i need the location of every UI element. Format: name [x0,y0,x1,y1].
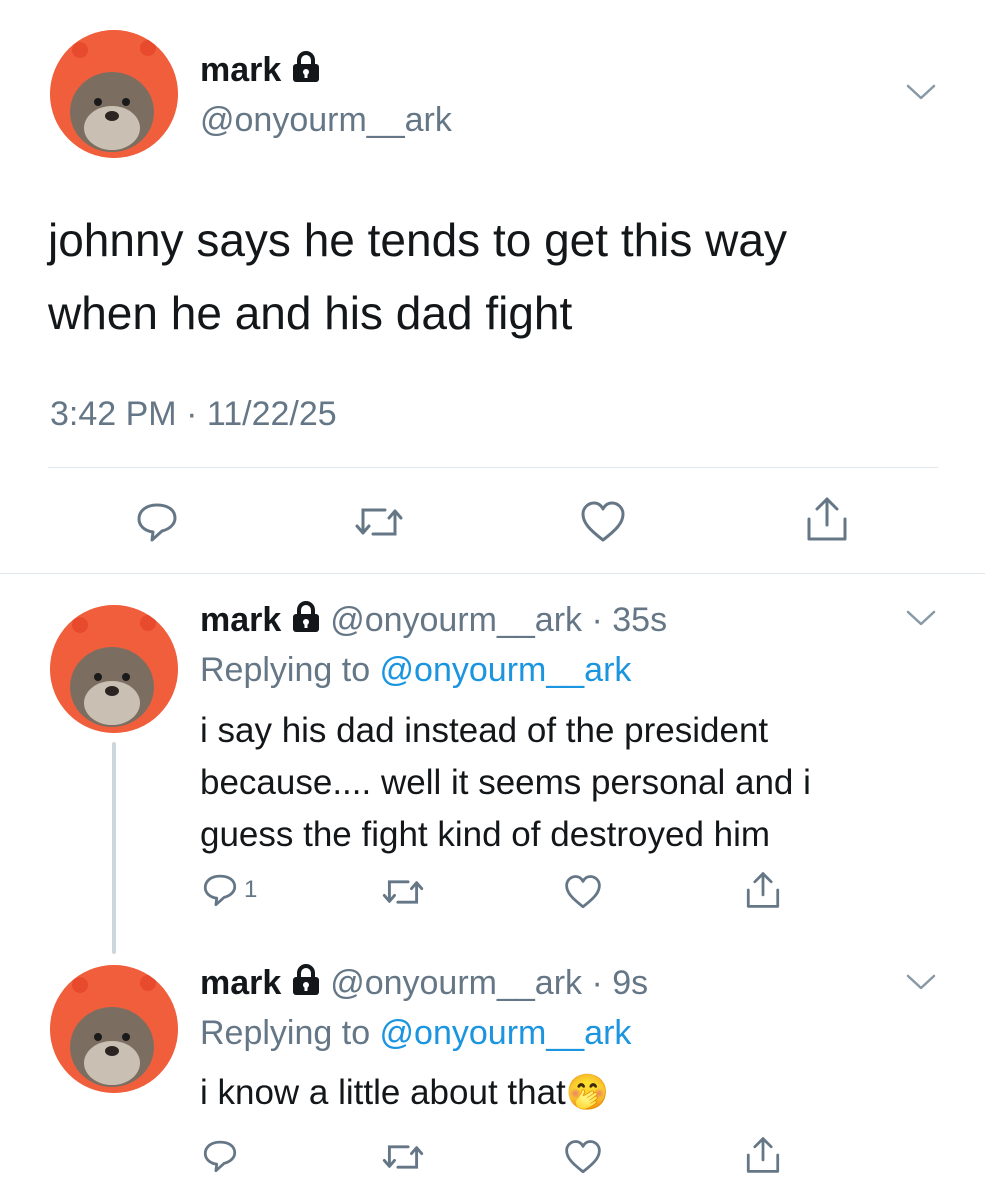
replying-to-link[interactable]: @onyourm__ark [380,651,632,689]
reply-header: mark @onyourm__ark · 9s [200,963,648,1005]
retweet-icon [355,508,403,536]
reply-button[interactable] [135,500,179,549]
chevron-down-icon[interactable] [904,606,938,635]
retweet-icon [382,1145,424,1169]
retweet-button[interactable] [355,502,403,547]
replying-to-label: Replying to [200,651,380,689]
thread-line [112,742,116,954]
share-icon [746,1137,780,1173]
share-button[interactable] [805,495,849,548]
share-icon [807,497,847,541]
reply-text: i say his dad instead of the president b… [200,705,960,861]
reply-text-line: i know a little about that [200,1073,566,1112]
retweet-icon [382,880,424,904]
display-name[interactable]: mark [200,50,321,92]
share-button[interactable] [745,870,781,915]
handle[interactable]: @onyourm__ark [200,100,452,140]
reply-header: mark @onyourm__ark · 35s [200,600,667,642]
tweet-text-line: johnny says he tends to get this way [48,214,787,266]
reply-text-line: i say his dad instead of the president [200,711,769,750]
section-divider [0,573,985,574]
avatar[interactable] [50,965,178,1093]
replying-to: Replying to @onyourm__ark [200,650,631,690]
reply-count: 1 [244,876,258,903]
reply-text-line: guess the fight kind of destroyed him [200,815,771,854]
lock-icon [291,964,321,1005]
share-icon [746,872,780,908]
avatar[interactable] [50,30,178,158]
heart-icon [565,875,601,909]
display-name[interactable]: mark [200,964,281,1002]
tweet-text-line: when he and his dad fight [48,287,573,339]
reply-icon [137,503,177,542]
retweet-button[interactable] [382,875,424,914]
like-button[interactable] [564,1139,602,1180]
chevron-down-icon[interactable] [904,80,938,109]
emoji: 🤭 [565,1073,610,1113]
reply-button[interactable] [202,1138,238,1179]
divider [48,467,938,468]
lock-icon [291,51,321,92]
avatar[interactable] [50,605,178,733]
lock-icon [291,601,321,642]
replying-to: Replying to @onyourm__ark [200,1013,631,1053]
display-name-text: mark [200,51,282,89]
reply-text-line: because.... well it seems personal and i [200,763,811,802]
share-button[interactable] [745,1135,781,1180]
replying-to-link[interactable]: @onyourm__ark [380,1014,632,1052]
reply-icon [203,874,237,907]
timestamp[interactable]: 3:42 PM · 11/22/25 [50,394,337,434]
like-button[interactable] [580,500,626,549]
reply-button[interactable]: 1 [202,872,257,908]
retweet-button[interactable] [382,1140,424,1179]
display-name[interactable]: mark [200,601,281,639]
chevron-down-icon[interactable] [904,970,938,999]
replying-to-label: Replying to [200,1014,380,1052]
reply-icon [203,1140,237,1173]
reply-text: i know a little about that🤭 [200,1068,609,1118]
tweet-text: johnny says he tends to get this way whe… [48,204,948,350]
handle-time[interactable]: @onyourm__ark · 9s [330,964,648,1002]
handle-time[interactable]: @onyourm__ark · 35s [330,601,667,639]
heart-icon [565,1140,601,1174]
heart-icon [581,501,625,542]
like-button[interactable] [564,874,602,915]
